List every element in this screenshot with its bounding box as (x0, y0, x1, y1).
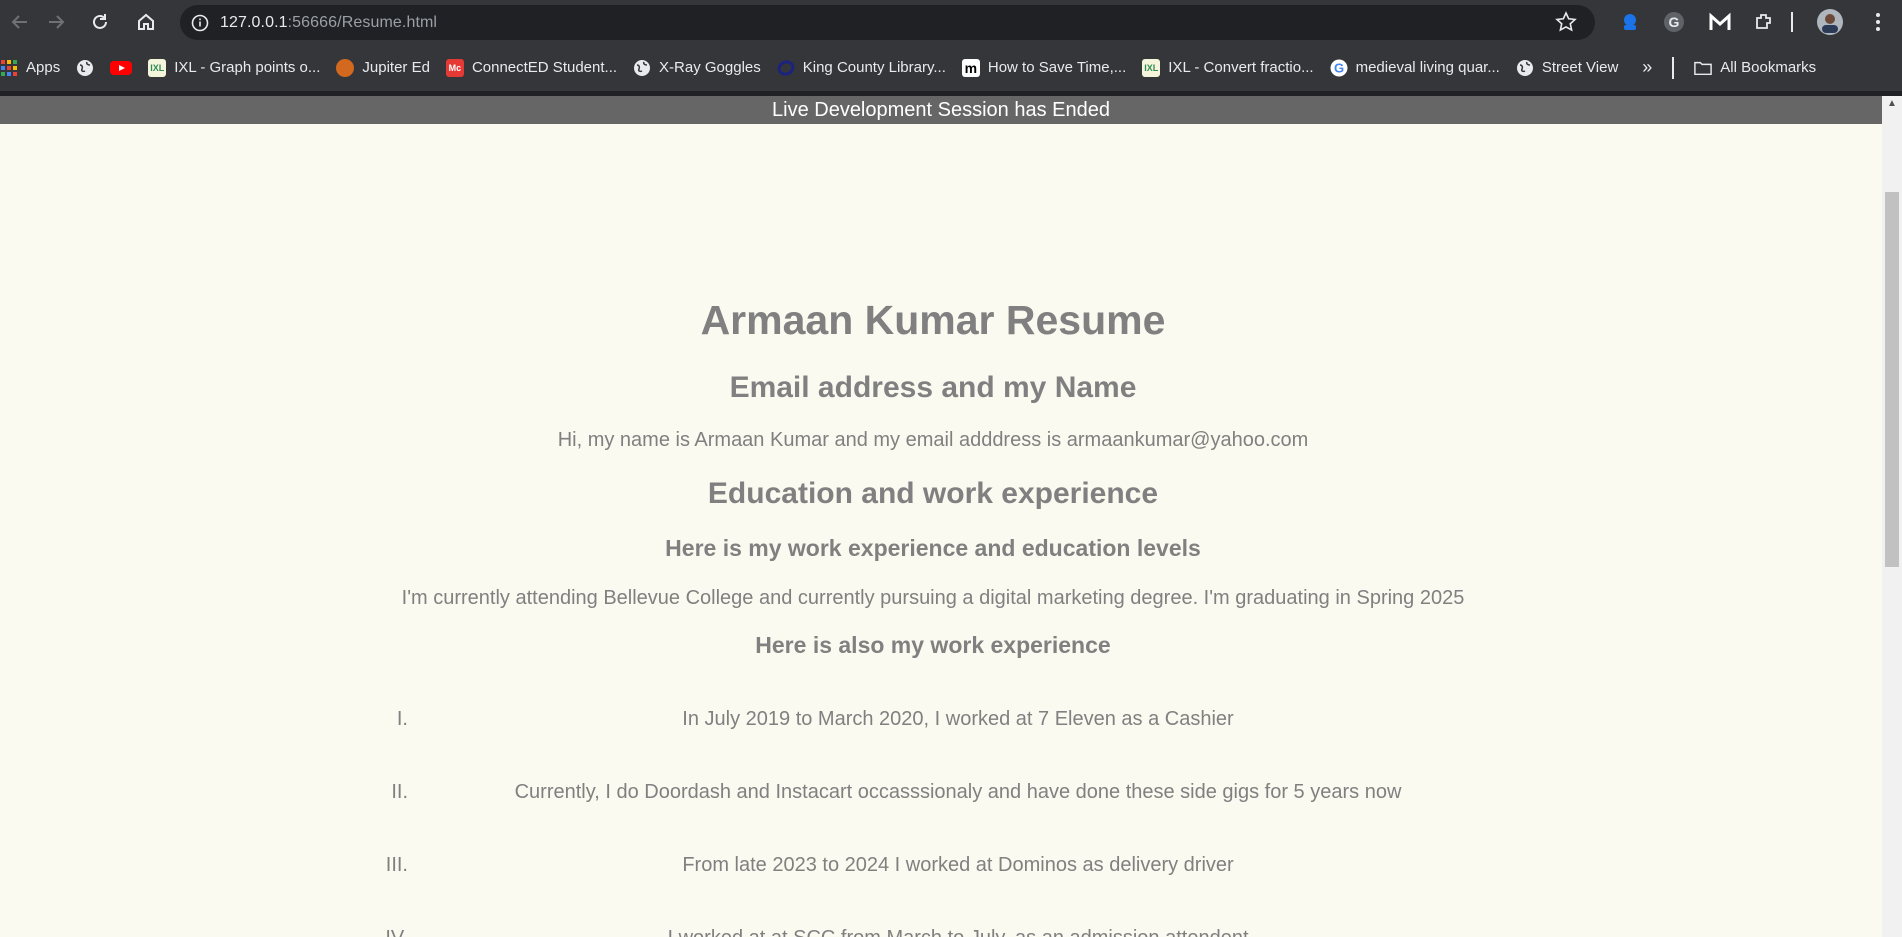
bookmark-king-county-library[interactable]: King County Library... (769, 52, 954, 84)
divider (1790, 8, 1794, 36)
ixl-icon: IXL (148, 58, 167, 77)
mcgraw-hill-icon: Mc (445, 58, 464, 77)
bookmark-connected[interactable]: Mc ConnectED Student... (438, 52, 625, 84)
bookmark-medieval-living[interactable]: G medieval living quar... (1322, 52, 1508, 84)
bookmark-label: medieval living quar... (1355, 59, 1500, 76)
list-text: I worked at at SCC from March to July, a… (440, 927, 1476, 937)
apps-grid-icon (0, 59, 18, 77)
youtube-icon (110, 59, 133, 77)
bookmark-label: IXL - Graph points o... (174, 59, 321, 76)
scrollbar-thumb[interactable] (1885, 192, 1899, 567)
list-text: From late 2023 to 2024 I worked at Domin… (682, 854, 1234, 876)
globe-icon (76, 59, 94, 77)
svg-text:G: G (1669, 14, 1680, 30)
bookmark-jupiter-ed[interactable]: Jupiter Ed (328, 52, 438, 84)
google-icon: G (1330, 59, 1348, 77)
profile-icon[interactable] (1816, 8, 1844, 36)
education-text: I'm currently attending Bellevue College… (401, 587, 1465, 609)
overflow-chevron-icon: » (1642, 57, 1653, 77)
menu-icon[interactable] (1868, 8, 1888, 36)
malwarebytes-icon[interactable] (1706, 8, 1734, 36)
page-scrollbar[interactable]: ▲ (1882, 96, 1902, 937)
bookmark-label: IXL - Convert fractio... (1168, 59, 1314, 76)
address-bar[interactable]: 127.0.0.1:56666/Resume.html (180, 5, 1595, 40)
bookmark-street-view[interactable]: Street View (1508, 52, 1626, 84)
reload-icon[interactable] (80, 2, 120, 42)
subheading-work-experience: Here is also my work experience (755, 632, 1111, 658)
url-host: 127.0.0.1 (220, 13, 288, 31)
svg-text:G: G (1334, 60, 1344, 75)
extensions-icon[interactable] (1750, 8, 1778, 36)
bookmark-label: King County Library... (802, 59, 946, 76)
all-bookmarks-label: All Bookmarks (1720, 59, 1817, 76)
scroll-up-arrow-icon[interactable]: ▲ (1887, 98, 1897, 109)
bookmark-apps[interactable]: Apps (0, 52, 68, 84)
globe-icon (633, 59, 651, 77)
live-session-banner: Live Development Session has Ended (0, 96, 1882, 124)
extension-blue-icon[interactable] (1616, 8, 1644, 36)
folder-icon (1694, 59, 1713, 77)
intro-text: Hi, my name is Armaan Kumar and my email… (557, 429, 1309, 451)
url-path: :56666/Resume.html (287, 13, 438, 31)
page-viewport: Live Development Session has Ended Armaa… (0, 96, 1882, 937)
forward-icon[interactable] (36, 2, 76, 42)
bookmark-label: Street View (1541, 59, 1619, 76)
bookmark-youtube[interactable] (102, 52, 140, 84)
home-icon[interactable] (126, 2, 166, 42)
browser-toolbar: 127.0.0.1:56666/Resume.html G (0, 0, 1902, 44)
globe-icon (1516, 59, 1534, 77)
list-number: I. (396, 708, 408, 730)
bookmark-label: ConnectED Student... (471, 59, 618, 76)
list-text: In July 2019 to March 2020, I worked at … (682, 708, 1234, 730)
section-heading-education: Education and work experience (707, 477, 1159, 510)
list-number: IV. (348, 927, 408, 937)
list-number: II. (391, 781, 408, 803)
bookmark-globe[interactable] (68, 52, 102, 84)
star-icon[interactable] (1555, 11, 1577, 38)
bookmark-label: X-Ray Goggles (659, 59, 761, 76)
list-number: III. (385, 854, 408, 876)
bookmark-ixl-convert[interactable]: IXL IXL - Convert fractio... (1134, 52, 1321, 84)
page-title: Armaan Kumar Resume (700, 297, 1166, 343)
grammarly-icon[interactable]: G (1660, 8, 1688, 36)
bookmark-ixl-graph[interactable]: IXL IXL - Graph points o... (140, 52, 328, 84)
bookmark-label: Apps (26, 59, 61, 76)
bookmarks-bar: Apps IXL IXL - Graph points o... Jupiter… (0, 44, 1902, 91)
bookmark-label: How to Save Time,... (987, 59, 1127, 76)
m-icon: m (961, 58, 980, 77)
ixl-icon: IXL (1142, 58, 1161, 77)
bookmark-how-to-save-time[interactable]: m How to Save Time,... (954, 52, 1134, 84)
bookmark-xray-goggles[interactable]: X-Ray Goggles (625, 52, 769, 84)
back-icon[interactable] (0, 2, 40, 42)
subheading-education-levels: Here is my work experience and education… (665, 535, 1201, 561)
section-heading-email: Email address and my Name (729, 371, 1137, 404)
list-text: Currently, I do Doordash and Instacart o… (514, 781, 1402, 803)
info-icon[interactable] (180, 14, 220, 32)
bookmark-label: Jupiter Ed (362, 59, 430, 76)
url-text[interactable]: 127.0.0.1:56666/Resume.html (220, 14, 437, 32)
bookmarks-overflow-button[interactable]: » (1626, 52, 1660, 84)
jupiter-icon (336, 58, 355, 77)
kcls-icon (777, 59, 795, 77)
bookmarks-divider (1672, 56, 1675, 79)
all-bookmarks-button[interactable]: All Bookmarks (1686, 52, 1824, 84)
